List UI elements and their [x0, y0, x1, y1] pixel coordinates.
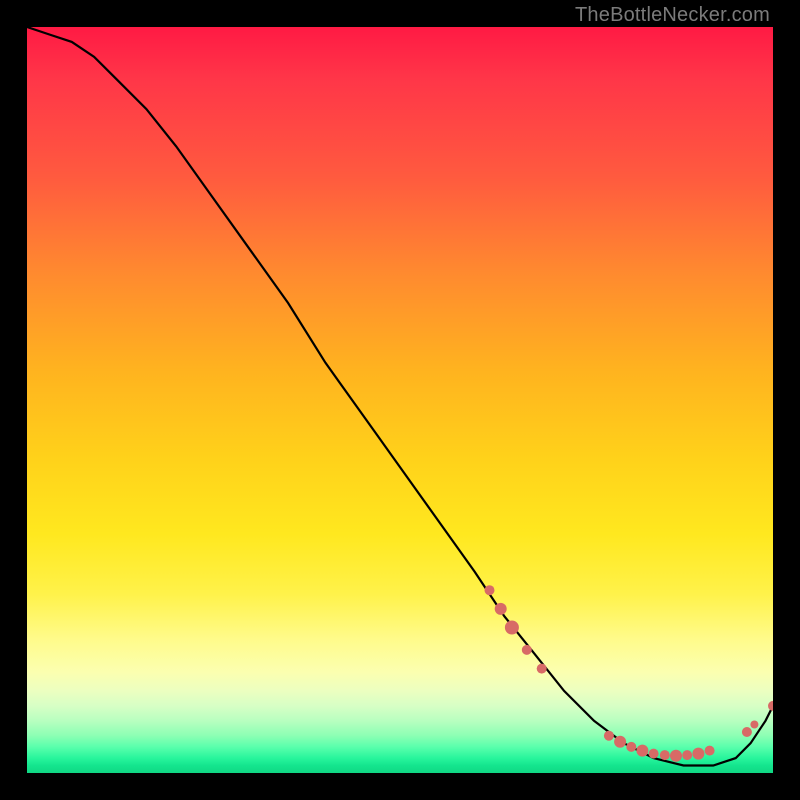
marker-dot	[604, 731, 614, 741]
marker-dot	[626, 742, 636, 752]
attribution-label: TheBottleNecker.com	[575, 4, 770, 27]
marker-dot	[660, 750, 670, 760]
marker-dot	[636, 745, 648, 757]
marker-dot	[614, 736, 626, 748]
curve-line	[27, 27, 773, 766]
marker-dot	[495, 603, 507, 615]
marker-dot	[705, 746, 715, 756]
marker-dot	[692, 748, 704, 760]
marker-dot	[682, 750, 692, 760]
marker-dot	[750, 721, 758, 729]
chart-svg	[27, 27, 773, 773]
marker-dot	[537, 664, 547, 674]
marker-dot	[742, 727, 752, 737]
marker-dot	[670, 750, 682, 762]
chart-stage: TheBottleNecker.com	[0, 0, 800, 800]
plot-area	[27, 27, 773, 773]
marker-dot	[522, 645, 532, 655]
marker-dot	[485, 585, 495, 595]
marker-dot	[505, 621, 519, 635]
marker-dot	[768, 701, 773, 711]
curve-markers	[485, 585, 774, 762]
marker-dot	[649, 749, 659, 759]
